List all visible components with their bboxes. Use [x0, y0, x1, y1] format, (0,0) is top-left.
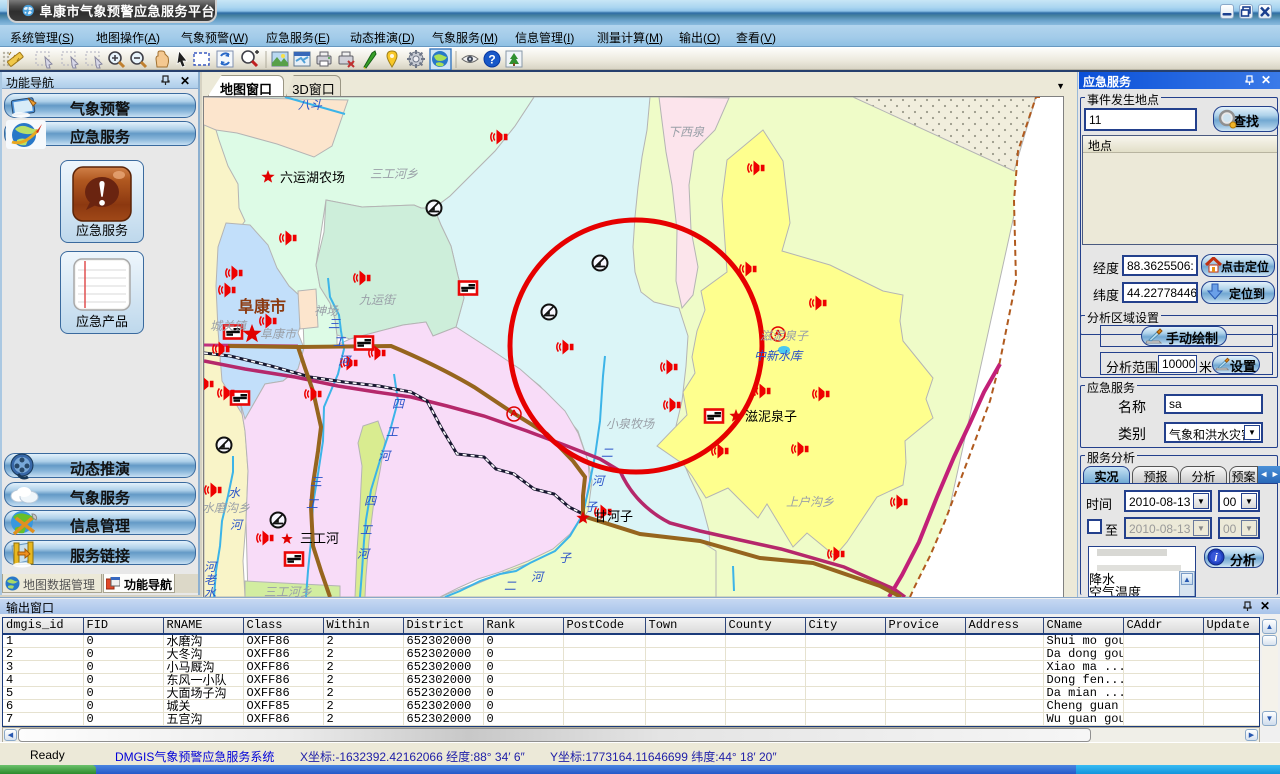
svg-text:河: 河: [531, 570, 545, 584]
svg-text:六运湖农场: 六运湖农场: [280, 170, 345, 185]
svg-text:甘河子: 甘河子: [594, 509, 633, 524]
svg-text:子: 子: [585, 500, 598, 514]
svg-text:二: 二: [504, 579, 517, 593]
svg-text:阜康市: 阜康市: [238, 297, 286, 316]
svg-text:小泉牧场: 小泉牧场: [606, 417, 655, 431]
svg-text:神场: 神场: [314, 304, 339, 318]
svg-text:中新水库: 中新水库: [754, 349, 804, 363]
svg-text:下西泉: 下西泉: [668, 125, 705, 139]
svg-text:水磨沟乡: 水磨沟乡: [204, 501, 250, 515]
svg-text:河: 河: [204, 560, 218, 574]
svg-text:老: 老: [204, 573, 218, 587]
svg-text:河: 河: [592, 474, 606, 488]
svg-text:九运街: 九运街: [359, 293, 397, 307]
svg-text:工: 工: [333, 335, 346, 349]
svg-text:河: 河: [230, 518, 244, 532]
svg-text:三: 三: [310, 475, 323, 489]
svg-text:工: 工: [306, 497, 319, 511]
svg-text:城关镇: 城关镇: [210, 319, 248, 333]
svg-text:子: 子: [559, 551, 572, 565]
svg-text:河: 河: [378, 449, 392, 463]
svg-text:工: 工: [386, 425, 399, 439]
svg-text:三工河乡: 三工河乡: [264, 585, 312, 597]
svg-text:工: 工: [360, 523, 373, 537]
svg-text:河: 河: [338, 354, 352, 368]
svg-text:滋泥泉子: 滋泥泉子: [760, 329, 809, 343]
svg-text:四: 四: [392, 397, 406, 411]
svg-text:三工河乡: 三工河乡: [370, 167, 418, 181]
svg-text:阜康市: 阜康市: [260, 327, 298, 341]
svg-text:河: 河: [357, 547, 371, 561]
svg-text:三: 三: [328, 317, 341, 331]
svg-text:上户沟乡: 上户沟乡: [786, 495, 834, 509]
svg-text:八斗: 八斗: [298, 98, 323, 112]
svg-text:?: ?: [488, 53, 495, 67]
svg-text:四: 四: [364, 494, 378, 508]
svg-text:水: 水: [228, 486, 241, 500]
svg-text:滋泥泉子: 滋泥泉子: [745, 409, 797, 424]
svg-text:三工河: 三工河: [300, 531, 339, 546]
svg-text:水: 水: [204, 586, 217, 597]
svg-text:二: 二: [601, 446, 614, 460]
